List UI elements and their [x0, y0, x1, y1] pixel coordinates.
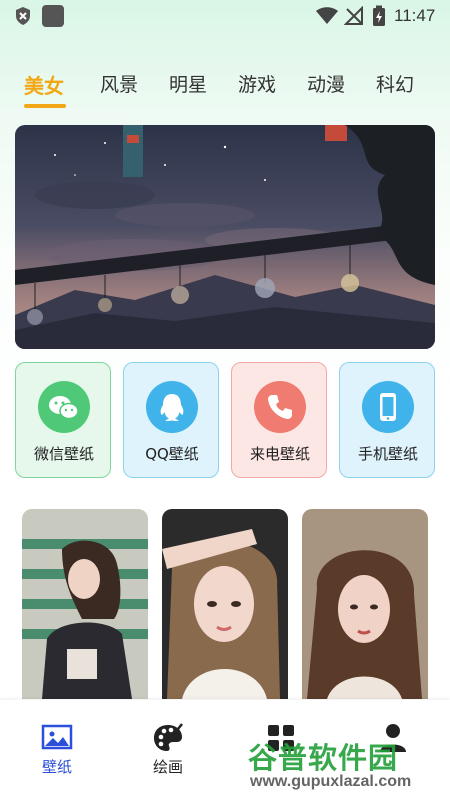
wechat-icon — [38, 381, 90, 433]
wifi-icon — [316, 7, 338, 24]
mobile-phone-icon — [362, 381, 414, 433]
qq-wallpaper-card[interactable]: QQ壁纸 — [123, 362, 219, 478]
watermark: 谷普软件园 www.gupuxlazal.com — [248, 735, 448, 795]
photo-thumbnail[interactable] — [162, 509, 288, 699]
nav-wallpaper-label: 壁纸 — [41, 758, 72, 776]
watermark-text: 谷普软件园 — [248, 741, 399, 775]
battery-charging-icon — [373, 5, 385, 26]
tab-games[interactable]: 游戏 — [238, 70, 276, 97]
watermark-url: www.gupuxlazal.com — [250, 773, 412, 790]
qq-penguin-icon — [146, 381, 198, 433]
tab-celebrity[interactable]: 明星 — [169, 70, 207, 97]
photo-thumbnail[interactable] — [22, 509, 148, 699]
tab-scifi[interactable]: 科幻 — [376, 70, 414, 97]
status-time: 11:47 — [394, 6, 436, 25]
phone-wallpaper-card[interactable]: 手机壁纸 — [339, 362, 435, 478]
category-tabs: 美女 风景 明星 游戏 动漫 科幻 — [24, 70, 444, 114]
ringtone-wallpaper-card[interactable]: 来电壁纸 — [231, 362, 327, 478]
nav-wallpaper[interactable]: 壁纸 — [22, 722, 92, 782]
photo-thumbnail[interactable] — [302, 509, 428, 699]
image-icon — [41, 724, 73, 750]
status-bar: 11:47 — [0, 0, 450, 32]
ringtone-wallpaper-label: 来电壁纸 — [249, 445, 310, 463]
wechat-wallpaper-label: 微信壁纸 — [33, 445, 94, 463]
app-square-icon — [42, 5, 64, 27]
active-tab-indicator — [24, 104, 66, 108]
palette-icon — [154, 723, 183, 751]
banner-image[interactable] — [15, 125, 435, 349]
phone-wallpaper-label: 手机壁纸 — [357, 445, 418, 463]
tab-anime[interactable]: 动漫 — [307, 70, 345, 97]
shield-x-icon — [16, 7, 30, 25]
nav-painting[interactable]: 绘画 — [133, 722, 203, 782]
tab-scenery[interactable]: 风景 — [100, 70, 138, 97]
phone-icon — [254, 381, 306, 433]
tab-beauty[interactable]: 美女 — [24, 70, 64, 99]
wechat-wallpaper-card[interactable]: 微信壁纸 — [15, 362, 111, 478]
qq-wallpaper-label: QQ壁纸 — [145, 445, 199, 463]
nav-painting-label: 绘画 — [152, 758, 183, 776]
signal-off-icon — [344, 6, 363, 25]
